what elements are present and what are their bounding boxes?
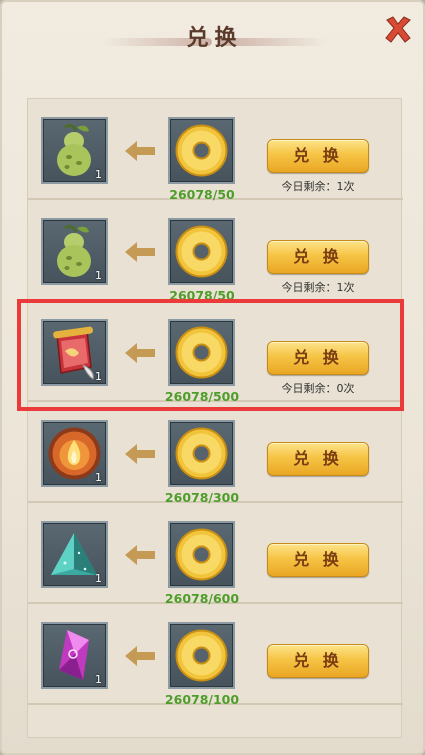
currency-slot: [168, 319, 235, 386]
exchange-row: 1 26078/50 兑 换 今日剩余：1次: [28, 200, 403, 303]
gold-coin-icon: [175, 326, 228, 379]
exchange-list[interactable]: 1 26078/50 兑 换 今日剩余：1次 1 26078/50 兑 换 今日…: [27, 98, 403, 738]
title-bar: 兑换: [2, 2, 425, 66]
currency-slot: [168, 521, 235, 588]
currency-slot: [168, 117, 235, 184]
arrow-left-icon: [125, 545, 155, 565]
exchange-button[interactable]: 兑 换: [267, 644, 369, 678]
exchange-row: 1 26078/100 兑 换: [28, 604, 403, 707]
gold-coin-icon: [175, 528, 228, 581]
item-count: 1: [95, 168, 102, 181]
arrow-left-icon: [125, 646, 155, 666]
item-count: 1: [95, 572, 102, 585]
exchange-button[interactable]: 兑 换: [267, 543, 369, 577]
exchange-row: 1 26078/500 兑 换 今日剩余：0次: [28, 301, 403, 404]
currency-slot: [168, 622, 235, 689]
currency-slot: [168, 218, 235, 285]
page-title: 兑换: [186, 25, 243, 51]
exchange-button[interactable]: 兑 换: [267, 341, 369, 375]
exchange-button[interactable]: 兑 换: [267, 139, 369, 173]
exchange-row: 1 26078/50 兑 换 今日剩余：1次: [28, 99, 403, 202]
currency-slot: [168, 420, 235, 487]
item-count: 1: [95, 370, 102, 383]
exchange-row: 1 26078/300 兑 换: [28, 402, 403, 505]
exchange-panel: 兑换 1 26078/50 兑 换 今日剩余：1次 1 26078/50 兑 换…: [0, 0, 425, 755]
gold-coin-icon: [175, 427, 228, 480]
cost-text: 26078/100: [164, 692, 240, 707]
remaining-count: 今日剩余：0次: [281, 382, 355, 395]
exchange-button[interactable]: 兑 换: [267, 442, 369, 476]
reward-item-slot[interactable]: 1: [41, 521, 108, 588]
reward-item-slot[interactable]: 1: [41, 117, 108, 184]
arrow-left-icon: [125, 343, 155, 363]
arrow-left-icon: [125, 242, 155, 262]
arrow-left-icon: [125, 444, 155, 464]
reward-item-slot[interactable]: 1: [41, 319, 108, 386]
gold-coin-icon: [175, 629, 228, 682]
item-count: 1: [95, 471, 102, 484]
exchange-button[interactable]: 兑 换: [267, 240, 369, 274]
item-count: 1: [95, 269, 102, 282]
gold-coin-icon: [175, 225, 228, 278]
gold-coin-icon: [175, 124, 228, 177]
close-icon: [385, 16, 411, 43]
arrow-left-icon: [125, 141, 155, 161]
remaining-count: 今日剩余：1次: [281, 281, 355, 294]
item-count: 1: [95, 673, 102, 686]
exchange-row: 1 26078/600 兑 换: [28, 503, 403, 606]
reward-item-slot[interactable]: 1: [41, 622, 108, 689]
reward-item-slot[interactable]: 1: [41, 218, 108, 285]
remaining-count: 今日剩余：1次: [281, 180, 355, 193]
reward-item-slot[interactable]: 1: [41, 420, 108, 487]
close-button[interactable]: [383, 14, 413, 44]
